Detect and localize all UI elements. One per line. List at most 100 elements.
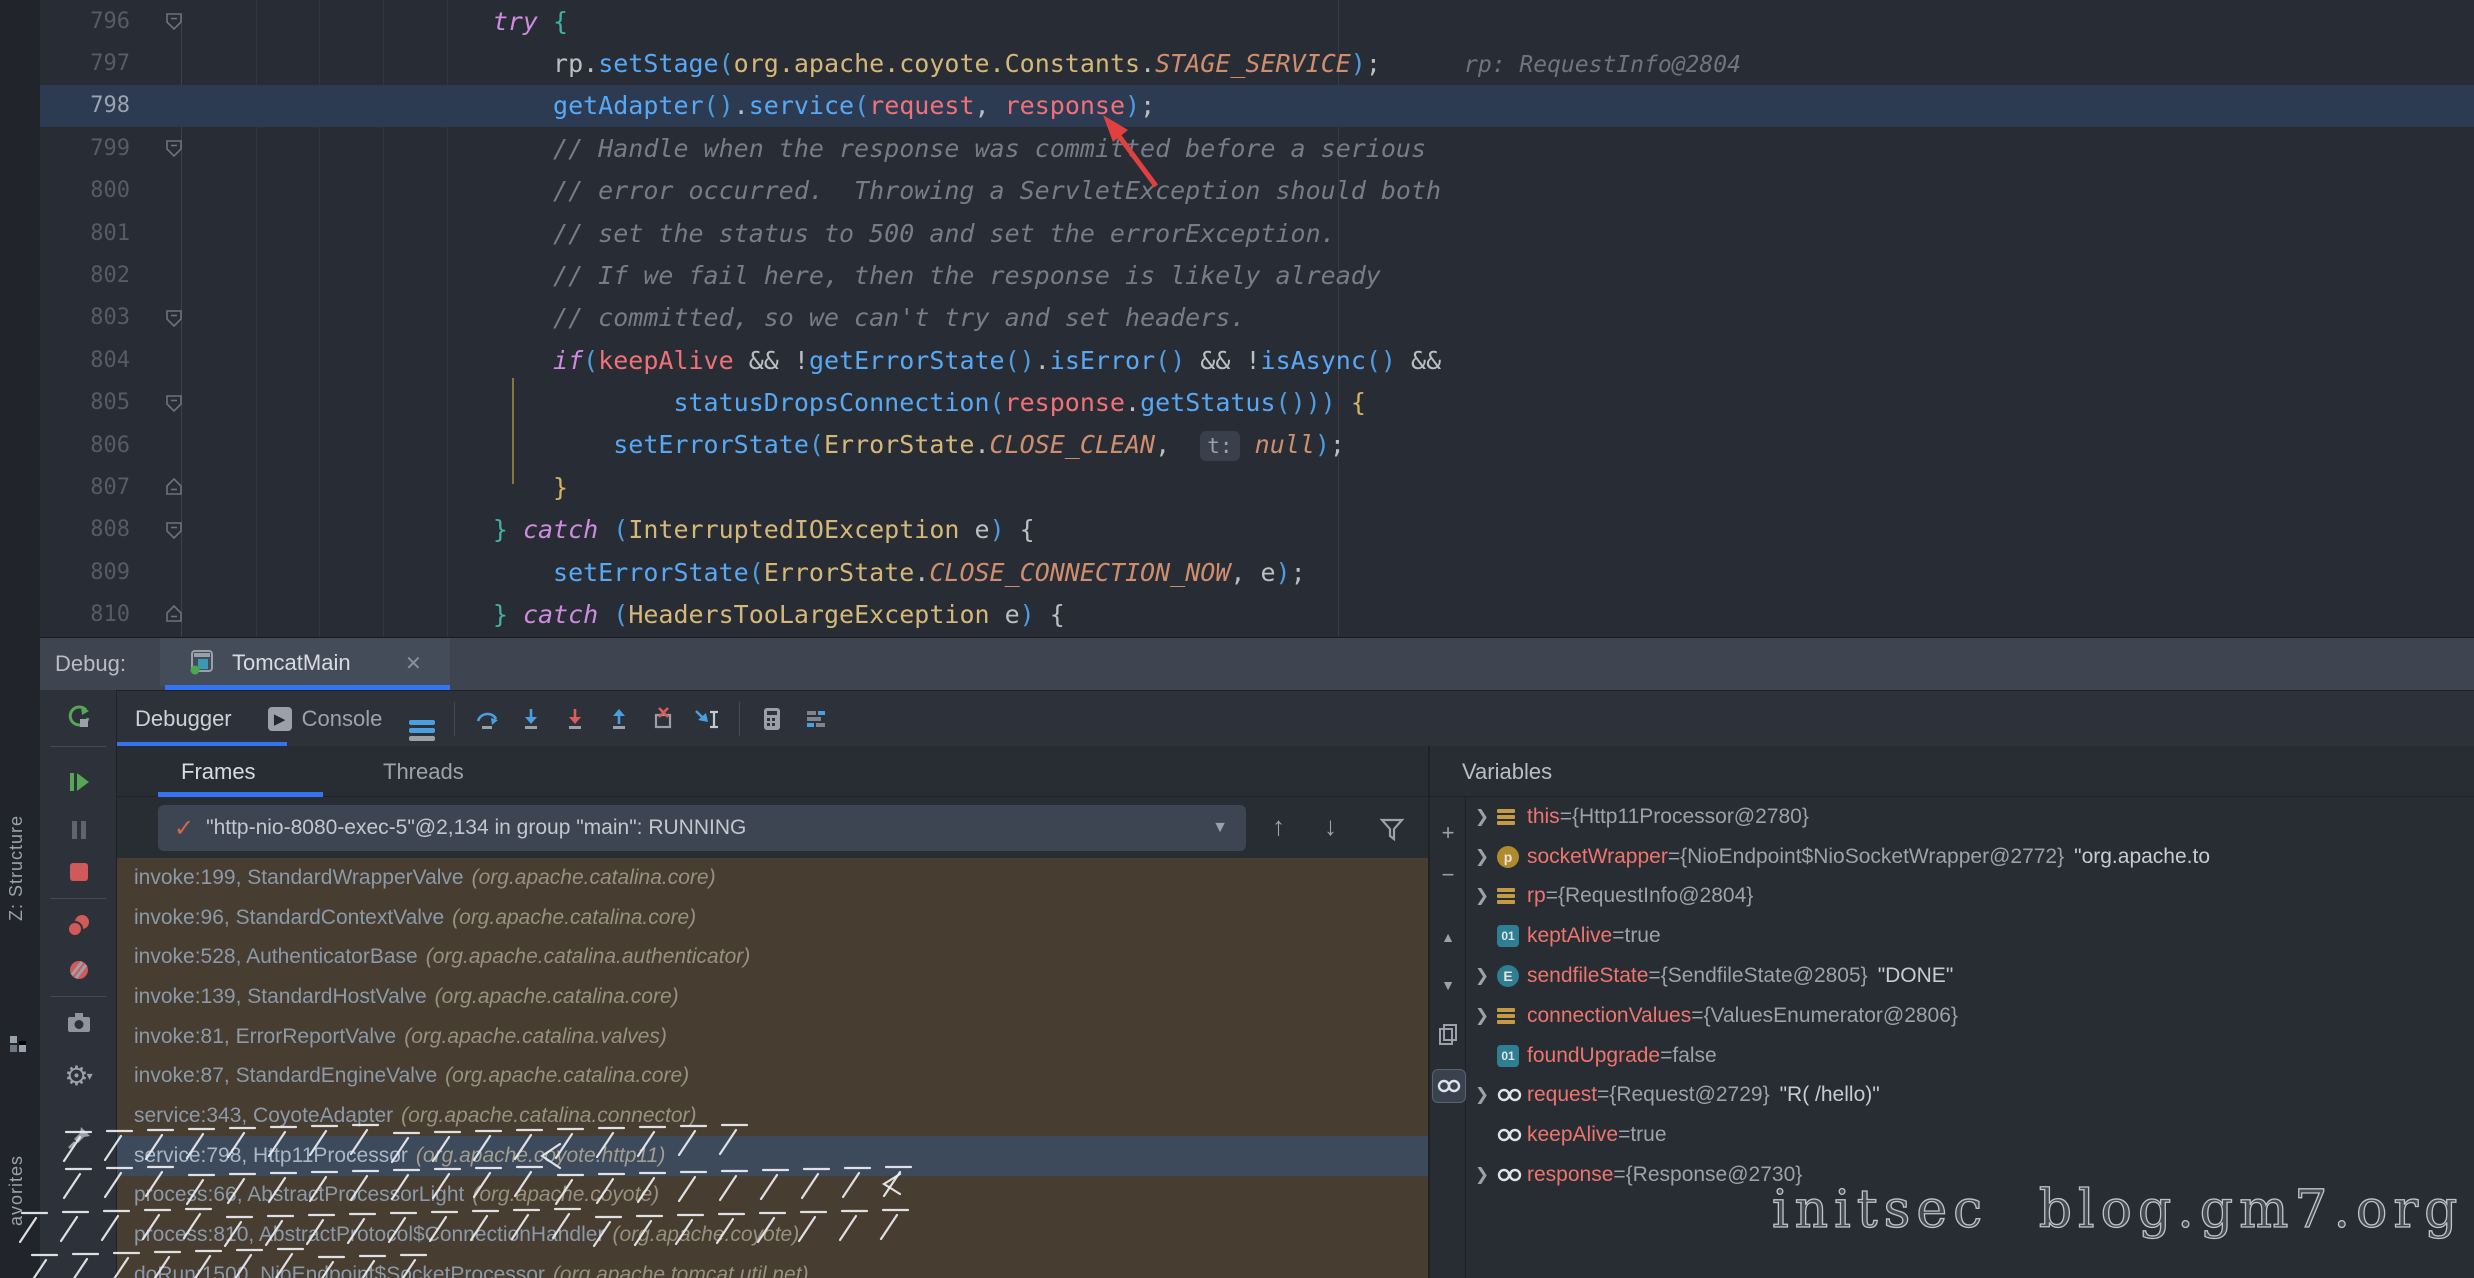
line-number[interactable]: 806 — [40, 433, 130, 458]
variable-row[interactable]: keepAlive = true — [1467, 1115, 2474, 1155]
close-icon[interactable]: ✕ — [405, 651, 422, 676]
expand-chevron-icon[interactable]: ❯ — [1467, 886, 1497, 906]
code-line[interactable]: 803 // committed, so we can't try and se… — [40, 297, 2474, 339]
remove-watch-button[interactable]: − — [1430, 859, 1466, 891]
fold-marker[interactable] — [130, 339, 200, 381]
line-number[interactable]: 798 — [40, 93, 130, 118]
code-line[interactable]: 798 getAdapter().service(request, respon… — [40, 85, 2474, 127]
stack-frame-row[interactable]: invoke:199, StandardWrapperValve(org.apa… — [117, 858, 1428, 898]
stack-frame-row[interactable]: process:66, AbstractProcessorLight(org.a… — [117, 1176, 1428, 1216]
code-line[interactable]: 800 // error occurred. Throwing a Servle… — [40, 170, 2474, 212]
fold-marker[interactable] — [130, 127, 200, 169]
stack-frame-row[interactable]: doRun:1500, NioEndpoint$SocketProcessor(… — [117, 1255, 1428, 1278]
expand-chevron-icon[interactable]: ❯ — [1467, 807, 1497, 827]
debug-session-tab-label[interactable]: TomcatMain — [232, 650, 351, 676]
step-over-button[interactable] — [465, 697, 509, 741]
stack-frame-row[interactable]: process:810, AbstractProtocol$Connection… — [117, 1215, 1428, 1255]
stack-frame-row[interactable]: invoke:139, StandardHostValve(org.apache… — [117, 977, 1428, 1017]
run-to-cursor-button[interactable] — [685, 697, 729, 741]
variables-tree[interactable]: ❯this = {Http11Processor@2780}❯psocketWr… — [1467, 797, 2474, 1278]
expand-chevron-icon[interactable]: ❯ — [1467, 847, 1497, 867]
copy-stack-icon[interactable] — [1430, 1019, 1466, 1051]
code-line[interactable]: 799 // Handle when the response was comm… — [40, 127, 2474, 169]
variable-row[interactable]: 01foundUpgrade = false — [1467, 1036, 2474, 1076]
move-down-icon[interactable]: ▼ — [1430, 969, 1466, 1001]
mute-breakpoints-button[interactable] — [40, 952, 117, 988]
stack-frames-list[interactable]: invoke:199, StandardWrapperValve(org.apa… — [117, 858, 1428, 1278]
fold-marker[interactable] — [130, 42, 200, 84]
frame-down-button[interactable]: ↓ — [1324, 811, 1337, 842]
fold-marker[interactable] — [130, 424, 200, 466]
frame-up-button[interactable]: ↑ — [1272, 811, 1285, 842]
watches-toggle-button[interactable] — [1432, 1069, 1466, 1103]
stack-frame-row[interactable]: invoke:96, StandardContextValve(org.apac… — [117, 898, 1428, 938]
thread-dropdown[interactable]: ✓ "http-nio-8080-exec-5"@2,134 in group … — [158, 805, 1246, 851]
evaluate-expression-button[interactable] — [750, 697, 794, 741]
line-number[interactable]: 807 — [40, 475, 130, 500]
fold-marker[interactable] — [130, 382, 200, 424]
fold-marker[interactable] — [130, 254, 200, 296]
fold-marker[interactable] — [130, 0, 200, 42]
pause-button[interactable] — [40, 812, 117, 848]
rerun-button[interactable] — [40, 699, 117, 735]
code-editor[interactable]: 796 try {797 rp.setStage(org.apache.coyo… — [0, 0, 2474, 639]
code-line[interactable]: 796 try { — [40, 0, 2474, 42]
line-number[interactable]: 805 — [40, 390, 130, 415]
line-number[interactable]: 810 — [40, 602, 130, 627]
stack-frame-row[interactable]: invoke:528, AuthenticatorBase(org.apache… — [117, 937, 1428, 977]
code-line[interactable]: 806 setErrorState(ErrorState.CLOSE_CLEAN… — [40, 424, 2474, 466]
line-number[interactable]: 808 — [40, 517, 130, 542]
line-number[interactable]: 796 — [40, 9, 130, 34]
fold-marker[interactable] — [130, 509, 200, 551]
force-step-into-button[interactable] — [553, 697, 597, 741]
tab-console[interactable]: ▶ Console — [250, 691, 401, 747]
code-line[interactable]: 804 if(keepAlive && !getErrorState().isE… — [40, 339, 2474, 381]
step-out-button[interactable] — [597, 697, 641, 741]
code-line[interactable]: 808 } catch (InterruptedIOException e) { — [40, 509, 2474, 551]
filter-funnel-icon[interactable] — [1379, 817, 1405, 843]
fold-marker[interactable] — [130, 297, 200, 339]
line-number[interactable]: 804 — [40, 348, 130, 373]
fold-marker[interactable] — [130, 551, 200, 593]
variable-row[interactable]: ❯psocketWrapper = {NioEndpoint$NioSocket… — [1467, 837, 2474, 877]
line-number[interactable]: 802 — [40, 263, 130, 288]
variable-row[interactable]: ❯EsendfileState = {SendfileState@2805}"D… — [1467, 956, 2474, 996]
expand-chevron-icon[interactable]: ❯ — [1467, 1006, 1497, 1026]
line-number[interactable]: 797 — [40, 51, 130, 76]
fold-marker[interactable] — [130, 593, 200, 635]
code-line[interactable]: 810 } catch (HeadersTooLargeException e)… — [40, 593, 2474, 635]
tab-frames[interactable]: Frames — [181, 759, 256, 785]
fold-marker[interactable] — [130, 212, 200, 254]
sidebar-item-structure[interactable]: Z: Structure — [6, 815, 27, 921]
code-line[interactable]: 797 rp.setStage(org.apache.coyote.Consta… — [40, 42, 2474, 84]
stack-frame-row[interactable]: invoke:87, StandardEngineValve(org.apach… — [117, 1056, 1428, 1096]
variable-row[interactable]: ❯response = {Response@2730} — [1467, 1155, 2474, 1195]
variable-row[interactable]: ❯rp = {RequestInfo@2804} — [1467, 877, 2474, 917]
view-breakpoints-button[interactable] — [40, 908, 117, 944]
line-number[interactable]: 803 — [40, 305, 130, 330]
tab-threads[interactable]: Threads — [383, 759, 464, 785]
resume-button[interactable] — [40, 764, 117, 800]
line-number[interactable]: 809 — [40, 560, 130, 585]
camera-icon[interactable] — [40, 1006, 117, 1042]
code-line[interactable]: 802 // If we fail here, then the respons… — [40, 254, 2474, 296]
variable-row[interactable]: ❯request = {Request@2729}"R( /hello)" — [1467, 1076, 2474, 1116]
layout-options-icon[interactable] — [400, 697, 444, 741]
step-into-button[interactable] — [509, 697, 553, 741]
variable-row[interactable]: ❯this = {Http11Processor@2780} — [1467, 797, 2474, 837]
move-up-icon[interactable]: ▲ — [1430, 921, 1466, 953]
trace-streams-button[interactable] — [794, 697, 838, 741]
settings-gear-icon[interactable]: ⚙▾ — [40, 1058, 117, 1094]
code-line[interactable]: 807 } — [40, 466, 2474, 508]
line-number[interactable]: 801 — [40, 221, 130, 246]
fold-marker[interactable] — [130, 170, 200, 212]
tab-debugger[interactable]: Debugger — [117, 691, 250, 747]
stack-frame-row[interactable]: service:798, Http11Processor(org.apache.… — [117, 1136, 1428, 1176]
pin-icon[interactable] — [40, 1120, 117, 1156]
expand-chevron-icon[interactable]: ❯ — [1467, 966, 1497, 986]
code-line[interactable]: 809 setErrorState(ErrorState.CLOSE_CONNE… — [40, 551, 2474, 593]
fold-marker[interactable] — [130, 466, 200, 508]
code-line[interactable]: 805 statusDropsConnection(response.getSt… — [40, 382, 2474, 424]
stack-frame-row[interactable]: service:343, CoyoteAdapter(org.apache.ca… — [117, 1096, 1428, 1136]
add-watch-button[interactable]: + — [1430, 817, 1466, 849]
